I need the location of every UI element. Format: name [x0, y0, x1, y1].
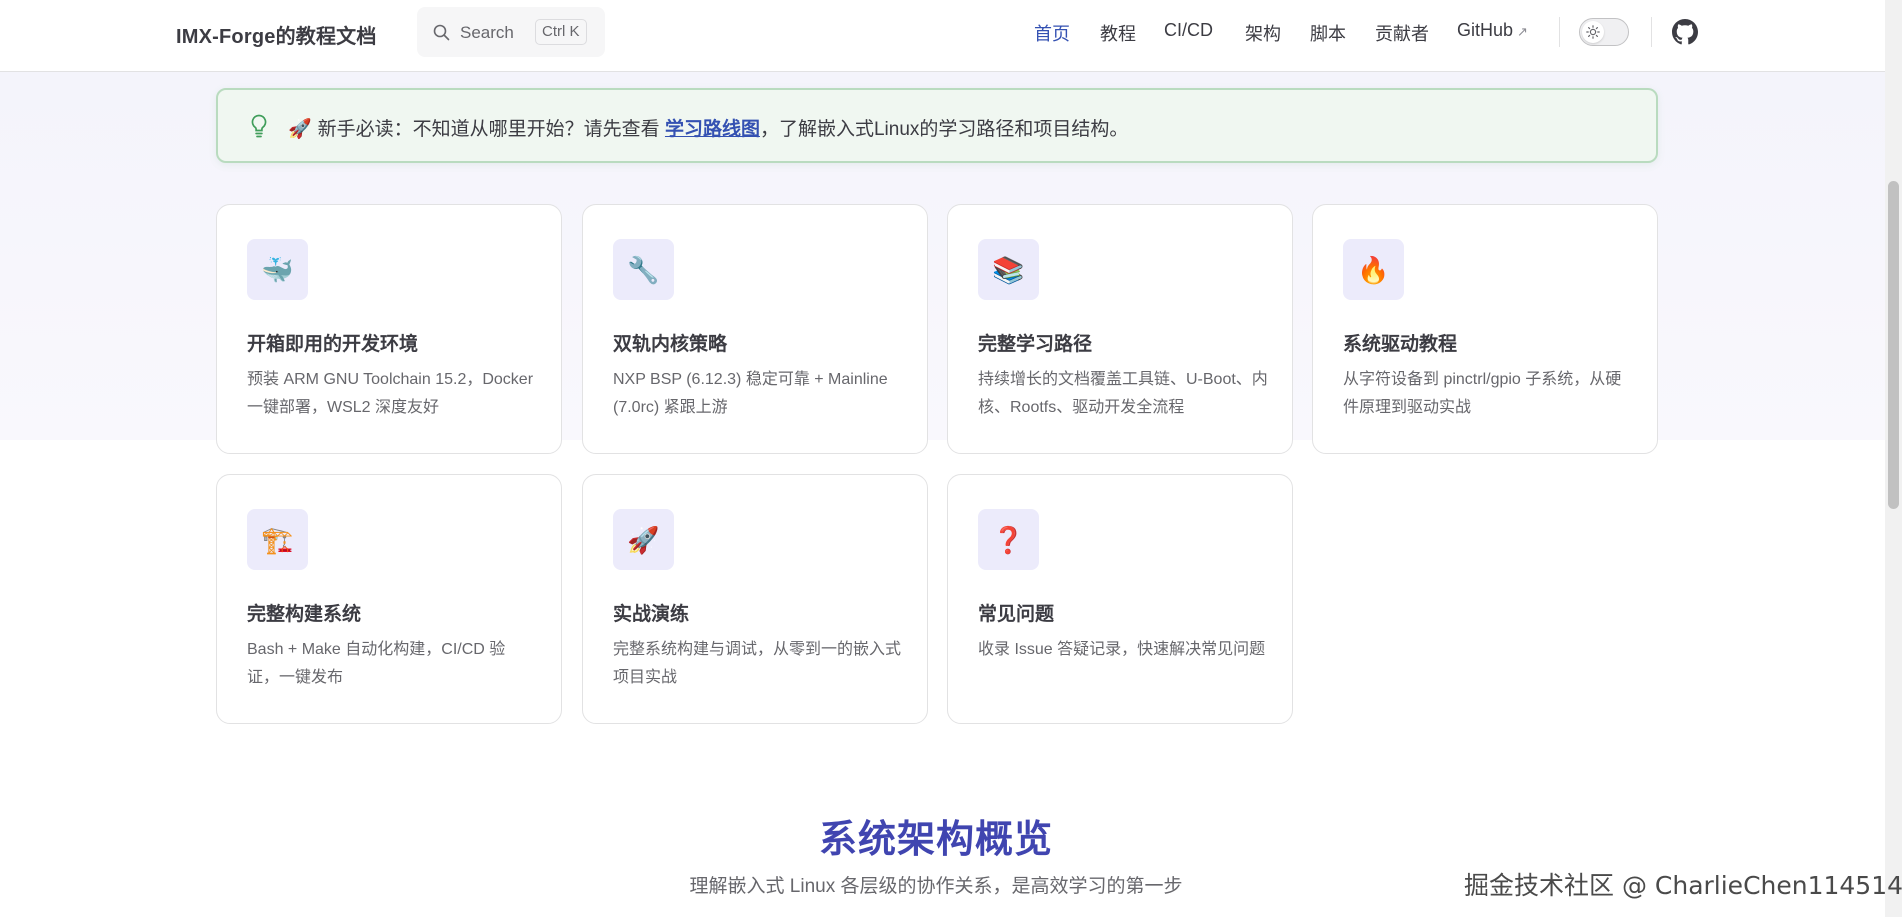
feature-card-build-system[interactable]: 🏗️ 完整构建系统 Bash + Make 自动化构建，CI/CD 验证，一键发… [216, 474, 562, 724]
feature-desc: 从字符设备到 pinctrl/gpio 子系统，从硬件原理到驱动实战 [1343, 371, 1622, 416]
search-icon [433, 24, 450, 46]
page-scrollbar[interactable] [1885, 0, 1902, 917]
tip-banner: 🚀 新手必读：不知道从哪里开始？请先查看 学习路线图，了解嵌入式Linux的学习路… [216, 88, 1658, 163]
top-navbar: IMX-Forge的教程文档 Search Ctrl K 首页 教程 CI/CD… [0, 0, 1885, 72]
search-label: Search [460, 23, 514, 42]
feature-card-learning-path[interactable]: 📚 完整学习路径 持续增长的文档覆盖工具链、U-Boot、内核、Rootfs、驱… [947, 204, 1293, 454]
nav-link-scripts[interactable]: 脚本 [1310, 20, 1346, 46]
books-icon: 📚 [978, 239, 1039, 300]
nav-divider [1651, 17, 1652, 47]
tip-prefix: 新手必读：不知道从哪里开始？请先查看 [317, 119, 660, 140]
rocket-icon: 🚀 [613, 509, 674, 570]
search-shortcut-key: Ctrl K [535, 19, 587, 45]
feature-desc: Bash + Make 自动化构建，CI/CD 验证，一键发布 [247, 641, 506, 686]
feature-card-dev-env[interactable]: 🐳 开箱即用的开发环境 预装 ARM GNU Toolchain 15.2，Do… [216, 204, 562, 454]
github-icon[interactable] [1672, 19, 1698, 50]
wrench-icon: 🔧 [613, 239, 674, 300]
feature-title: 实战演练 [613, 604, 690, 625]
nav-link-home[interactable]: 首页 [1034, 20, 1070, 46]
tip-text: 🚀 新手必读：不知道从哪里开始？请先查看 学习路线图，了解嵌入式Linux的学习路… [288, 114, 1128, 141]
feature-card-driver-tutorial[interactable]: 🔥 系统驱动教程 从字符设备到 pinctrl/gpio 子系统，从硬件原理到驱… [1312, 204, 1658, 454]
feature-title: 系统驱动教程 [1343, 334, 1458, 355]
feature-title: 开箱即用的开发环境 [247, 334, 419, 355]
feature-desc: 收录 Issue 答疑记录，快速解决常见问题 [978, 641, 1266, 658]
feature-desc: 完整系统构建与调试，从零到一的嵌入式项目实战 [613, 641, 902, 686]
feature-title: 双轨内核策略 [613, 334, 728, 355]
nav-link-tutorials[interactable]: 教程 [1100, 20, 1136, 46]
whale-icon: 🐳 [247, 239, 308, 300]
question-mark-icon: ❓ [978, 509, 1039, 570]
nav-link-github-label: GitHub [1457, 20, 1514, 40]
feature-card-practice[interactable]: 🚀 实战演练 完整系统构建与调试，从零到一的嵌入式项目实战 [582, 474, 928, 724]
feature-desc: 持续增长的文档覆盖工具链、U-Boot、内核、Rootfs、驱动开发全流程 [978, 371, 1268, 416]
lightbulb-icon [250, 114, 268, 143]
external-link-icon: ↗ [1517, 24, 1528, 39]
feature-title: 常见问题 [978, 604, 1055, 625]
feature-card-faq[interactable]: ❓ 常见问题 收录 Issue 答疑记录，快速解决常见问题 [947, 474, 1293, 724]
theme-toggle-knob [1582, 21, 1604, 43]
section-title: 系统架构概览 [818, 819, 1053, 861]
fire-icon: 🔥 [1343, 239, 1404, 300]
watermark: 掘金技术社区 @ CharlieChen114514 [1464, 871, 1902, 900]
feature-title: 完整学习路径 [978, 334, 1093, 355]
nav-link-contributors[interactable]: 贡献者 [1375, 20, 1429, 46]
nav-link-cicd[interactable]: CI/CD [1164, 20, 1213, 41]
theme-toggle[interactable] [1579, 18, 1629, 46]
tip-suffix: ，了解嵌入式Linux的学习路径和项目结构。 [759, 119, 1129, 140]
nav-divider [1559, 17, 1560, 47]
construction-icon: 🏗️ [247, 509, 308, 570]
scrollbar-thumb[interactable] [1888, 181, 1899, 509]
sun-icon [1586, 25, 1600, 39]
feature-title: 完整构建系统 [247, 604, 362, 625]
feature-desc: NXP BSP (6.12.3) 稳定可靠 + Mainline (7.0rc)… [613, 371, 888, 416]
site-brand[interactable]: IMX-Forge的教程文档 [176, 20, 377, 49]
rocket-icon: 🚀 [288, 119, 312, 140]
roadmap-link[interactable]: 学习路线图 [665, 119, 760, 140]
nav-link-architecture[interactable]: 架构 [1245, 20, 1281, 46]
feature-card-kernel-strategy[interactable]: 🔧 双轨内核策略 NXP BSP (6.12.3) 稳定可靠 + Mainlin… [582, 204, 928, 454]
nav-link-github[interactable]: GitHub ↗ [1457, 20, 1528, 41]
feature-desc: 预装 ARM GNU Toolchain 15.2，Docker 一键部署，WS… [247, 371, 534, 416]
search-button[interactable]: Search Ctrl K [417, 7, 605, 57]
